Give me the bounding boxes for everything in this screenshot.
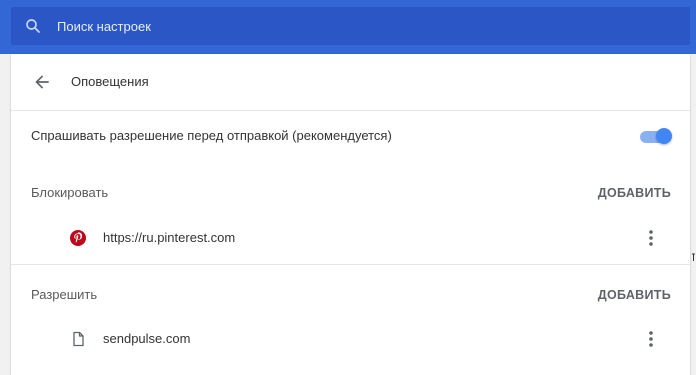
add-block-button[interactable]: ДОБАВИТЬ [598,185,671,201]
add-allow-button[interactable]: ДОБАВИТЬ [598,287,671,303]
more-vert-icon[interactable] [643,329,659,349]
search-input[interactable] [57,7,657,45]
toggle-knob [656,128,672,144]
search-bar[interactable] [11,7,690,45]
notifications-card: Оповещения Спрашивать разрешение перед о… [11,54,690,375]
site-url: sendpulse.com [103,331,191,346]
allow-section-label: Разрешить [31,287,98,302]
arrow-back-icon[interactable] [32,72,52,92]
cursor-mark [692,253,695,261]
pinterest-icon [70,230,86,246]
page-icon [73,331,84,347]
more-vert-icon[interactable] [643,228,659,248]
page-title: Оповещения [71,74,149,89]
divider [11,110,690,111]
top-bar [0,0,696,54]
ask-before-sending-toggle[interactable] [638,127,672,145]
settings-window: Оповещения Спрашивать разрешение перед о… [0,0,696,375]
ask-before-sending-label: Спрашивать разрешение перед отправкой (р… [31,128,392,143]
block-section-label: Блокировать [31,185,109,200]
allowed-site-row[interactable]: sendpulse.com [11,319,690,359]
blocked-site-row[interactable]: https://ru.pinterest.com [11,218,690,258]
divider [11,264,690,265]
site-url: https://ru.pinterest.com [103,230,236,245]
search-icon [26,19,40,33]
